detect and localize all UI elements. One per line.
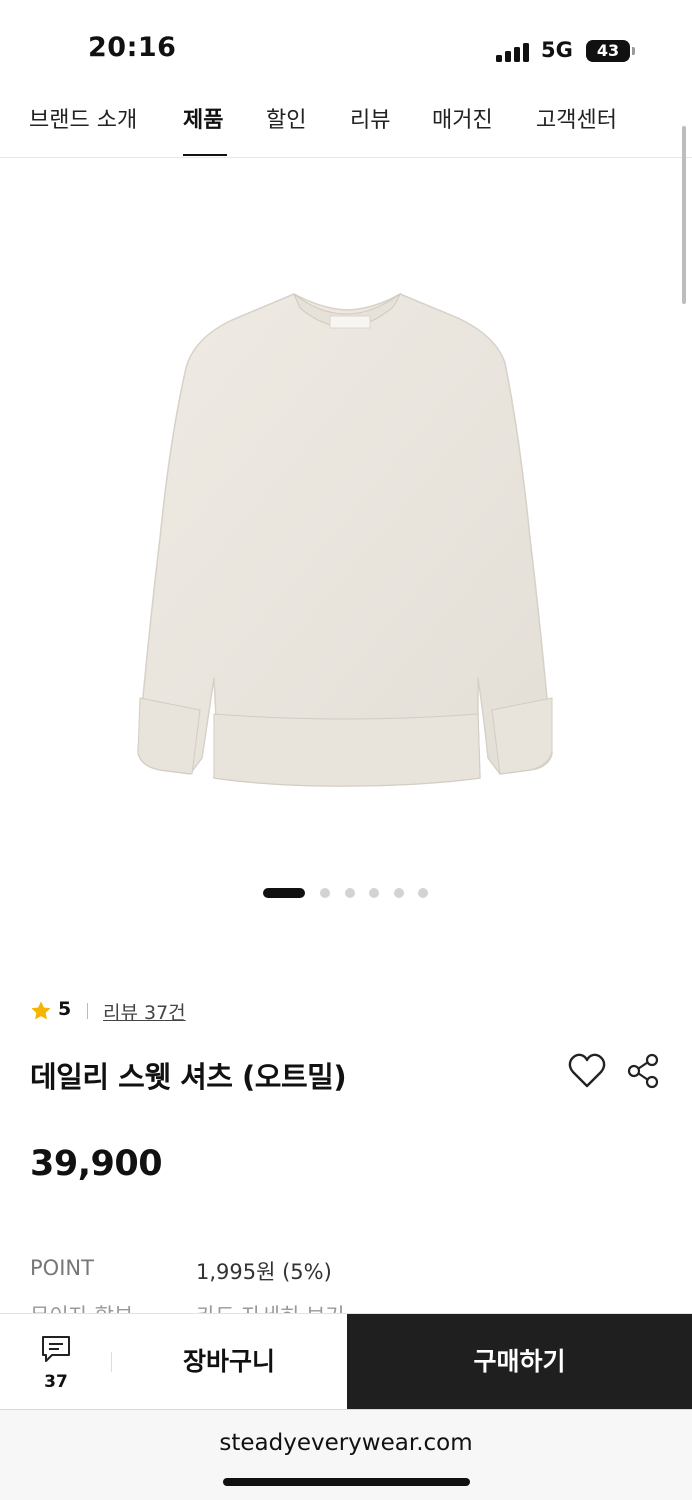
top-nav: 브랜드 소개 제품 할인 리뷰 매거진 고객센터 <box>0 92 692 158</box>
review-chat-button[interactable]: 37 <box>30 1330 82 1392</box>
chat-count: 37 <box>44 1372 68 1392</box>
chat-icon <box>42 1336 70 1362</box>
sweatshirt-image <box>137 292 553 787</box>
carousel-dot[interactable] <box>418 888 428 898</box>
carousel-dot[interactable] <box>369 888 379 898</box>
carousel-dot[interactable] <box>320 888 330 898</box>
battery-icon: 43 <box>586 40 630 62</box>
add-to-cart-button[interactable]: 장바구니 <box>112 1314 346 1410</box>
tab-reviews[interactable]: 리뷰 <box>350 102 390 134</box>
home-indicator[interactable] <box>223 1478 470 1486</box>
tab-sale[interactable]: 할인 <box>266 102 306 134</box>
battery-level: 43 <box>596 41 620 60</box>
rating-value: 5 <box>58 998 72 1020</box>
share-icon <box>627 1053 659 1089</box>
tab-customer-center[interactable]: 고객센터 <box>536 102 617 134</box>
bottom-action-bar: 37 장바구니 구매하기 <box>0 1313 692 1410</box>
carousel-dot[interactable] <box>394 888 404 898</box>
network-type: 5G <box>541 38 573 62</box>
carousel-dot-active[interactable] <box>263 888 305 898</box>
star-icon <box>31 1001 51 1020</box>
heart-icon <box>568 1053 606 1088</box>
product-price: 39,900 <box>30 1144 163 1184</box>
buy-now-button[interactable]: 구매하기 <box>347 1314 692 1410</box>
divider <box>87 1003 88 1019</box>
tab-brand[interactable]: 브랜드 소개 <box>29 102 137 134</box>
share-button[interactable] <box>625 1052 661 1090</box>
wishlist-button[interactable] <box>567 1052 607 1090</box>
active-tab-indicator <box>183 154 227 156</box>
signal-icon <box>496 42 532 62</box>
status-bar: 20:16 5G 43 <box>0 0 692 92</box>
image-carousel-indicator <box>0 887 692 899</box>
tab-magazine[interactable]: 매거진 <box>432 102 493 134</box>
point-value: 1,995원 (5%) <box>196 1260 332 1284</box>
battery-tip <box>632 47 635 55</box>
status-time: 20:16 <box>88 32 177 63</box>
carousel-dot[interactable] <box>345 888 355 898</box>
point-label: POINT <box>30 1256 94 1280</box>
tab-products[interactable]: 제품 <box>183 102 223 134</box>
review-count-link[interactable]: 리뷰 37건 <box>103 998 186 1025</box>
browser-address-bar: steadyeverywear.com <box>0 1409 692 1500</box>
product-title: 데일리 스웻 셔츠 (오트밀) <box>30 1060 347 1094</box>
url-text[interactable]: steadyeverywear.com <box>0 1430 692 1456</box>
product-image[interactable] <box>0 158 692 938</box>
